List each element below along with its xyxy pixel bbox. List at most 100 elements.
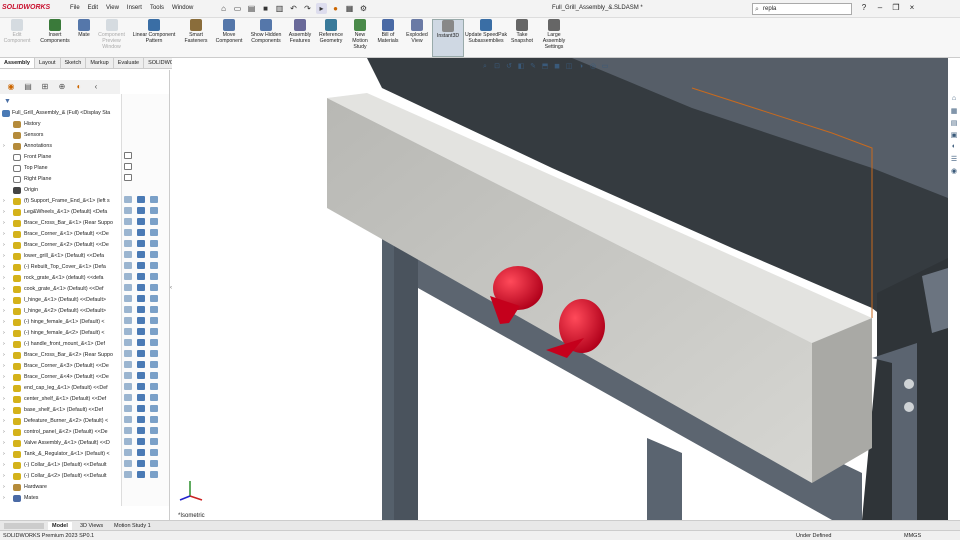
tree-item[interactable]: › Defeature_Burner_&<2> (Default) < — [0, 416, 120, 427]
zoom-to-fit-icon[interactable]: ⌕ — [480, 62, 490, 71]
expand-icon[interactable]: › — [3, 493, 8, 504]
tree-item[interactable]: History — [0, 119, 120, 130]
new-doc-icon[interactable]: ▭ — [232, 3, 243, 14]
tab-layout[interactable]: Layout — [35, 58, 61, 68]
tree-status-icon[interactable] — [124, 460, 132, 467]
tree-item[interactable]: › Mates — [0, 493, 120, 504]
cm-move-component-button[interactable]: Move Component — [211, 19, 247, 57]
cm-take-snapshot-button[interactable]: Take Snapshot — [508, 19, 536, 57]
minimize-icon[interactable]: – — [874, 3, 886, 12]
tree-item[interactable]: Full_Grill_Assembly_& (Full) <Display St… — [0, 108, 120, 119]
tree-status-icon[interactable] — [124, 163, 132, 170]
expand-icon[interactable]: › — [3, 229, 8, 240]
tree-status-icon[interactable] — [150, 196, 158, 203]
view-settings-icon[interactable]: ▭ — [600, 62, 610, 71]
tree-item[interactable]: › Brace_Corner_&<2> (Default) <<De — [0, 240, 120, 251]
expand-icon[interactable]: › — [3, 339, 8, 350]
tree-status-icon[interactable] — [137, 284, 145, 291]
expand-icon[interactable]: › — [3, 416, 8, 427]
tree-item[interactable]: Origin — [0, 185, 120, 196]
tree-status-icon[interactable] — [150, 218, 158, 225]
tree-status-icon[interactable] — [124, 207, 132, 214]
tree-status-icon[interactable] — [150, 306, 158, 313]
file-properties-icon[interactable]: ▦ — [344, 3, 355, 14]
cm-assembly-features-button[interactable]: Assembly Features — [285, 19, 315, 57]
grill-model[interactable] — [172, 58, 948, 520]
expand-icon[interactable]: › — [3, 361, 8, 372]
expand-icon[interactable]: › — [3, 284, 8, 295]
cm-reference-geometry-button[interactable]: Reference Geometry — [316, 19, 346, 57]
menu-edit[interactable]: Edit — [88, 5, 98, 11]
tree-status-icon[interactable] — [124, 174, 132, 181]
cm-linear-component-pattern-button[interactable]: Linear Component Pattern — [128, 19, 180, 57]
panel-collapse-icon[interactable]: ‹ — [90, 82, 102, 92]
tree-item[interactable]: › l_hinge_&<2> (Default) <<Default> — [0, 306, 120, 317]
tree-status-icon[interactable] — [150, 284, 158, 291]
cm-show-hidden-components-button[interactable]: Show Hidden Components — [248, 19, 284, 57]
tree-item[interactable]: › Tank_&_Regulator_&<1> (Default) < — [0, 449, 120, 460]
expand-icon[interactable]: › — [3, 141, 8, 152]
tree-status-icon[interactable] — [150, 295, 158, 302]
tree-status-icon[interactable] — [150, 438, 158, 445]
cm-mate-button[interactable]: Mate — [74, 19, 94, 57]
home-icon[interactable]: ⌂ — [218, 3, 229, 14]
dimxpert-tab-icon[interactable]: ⊕ — [56, 82, 68, 92]
tree-status-icon[interactable] — [150, 383, 158, 390]
tree-status-icon[interactable] — [124, 229, 132, 236]
hide-show-items-icon[interactable]: ◫ — [564, 62, 574, 71]
tree-item[interactable]: › Annotations — [0, 141, 120, 152]
tree-status-icon[interactable] — [137, 295, 145, 302]
expand-icon[interactable]: › — [3, 383, 8, 394]
tree-status-icon[interactable] — [137, 207, 145, 214]
edit-appearance-icon[interactable]: ◑ — [576, 62, 586, 71]
expand-icon[interactable]: › — [3, 295, 8, 306]
previous-view-icon[interactable]: ↺ — [504, 62, 514, 71]
expand-icon[interactable]: › — [3, 196, 8, 207]
tree-status-icon[interactable] — [150, 405, 158, 412]
tree-item[interactable]: › (-) Rebuilt_Top_Cover_&<1> (Defa — [0, 262, 120, 273]
configuration-manager-tab-icon[interactable]: ⊞ — [39, 82, 51, 92]
feature-manager-tab-icon[interactable]: ◉ — [5, 82, 17, 92]
menu-insert[interactable]: Insert — [127, 5, 142, 11]
tree-status-icon[interactable] — [137, 317, 145, 324]
expand-icon[interactable]: › — [3, 427, 8, 438]
cm-edit-component-button[interactable]: Edit Component — [0, 19, 34, 57]
expand-icon[interactable]: › — [3, 273, 8, 284]
bottom-tab-model[interactable]: Model — [48, 522, 72, 530]
tree-status-icon[interactable] — [150, 372, 158, 379]
tree-status-icon[interactable] — [150, 471, 158, 478]
tree-item[interactable]: › rock_grate_&<1> (default) <<defa — [0, 273, 120, 284]
tree-item[interactable]: › Brace_Corner_&<1> (Default) <<De — [0, 229, 120, 240]
tree-item[interactable]: › Brace_Corner_&<3> (Default) <<De — [0, 361, 120, 372]
solidworks-logo[interactable]: SOLIDWORKS — [2, 4, 50, 11]
zoom-area-icon[interactable]: ⊡ — [492, 62, 502, 71]
tree-status-icon[interactable] — [150, 207, 158, 214]
resources-icon[interactable]: ⌂ — [952, 95, 956, 105]
select-icon[interactable]: ▸ — [316, 3, 327, 14]
tree-status-icon[interactable] — [137, 350, 145, 357]
expand-icon[interactable]: › — [3, 240, 8, 251]
tree-item[interactable]: › Brace_Corner_&<4> (Default) <<De — [0, 372, 120, 383]
tree-item[interactable]: › control_panel_&<2> (Default) <<De — [0, 427, 120, 438]
custom-properties-icon[interactable]: ☰ — [951, 155, 957, 165]
tree-status-icon[interactable] — [150, 229, 158, 236]
tree-item[interactable]: › (-) handle_front_mount_&<1> (Def — [0, 339, 120, 350]
property-manager-tab-icon[interactable]: ▤ — [22, 82, 34, 92]
tree-item[interactable]: › Leg&Wheels_&<1> (Default) <Defa — [0, 207, 120, 218]
solidworks-forum-icon[interactable]: ◉ — [951, 167, 957, 177]
expand-icon[interactable]: › — [3, 449, 8, 460]
tree-status-icon[interactable] — [124, 251, 132, 258]
tree-status-icon[interactable] — [124, 361, 132, 368]
expand-icon[interactable]: › — [3, 317, 8, 328]
menu-window[interactable]: Window — [172, 5, 193, 11]
cm-update-speedpak-subassemblies-button[interactable]: Update SpeedPak Subassemblies — [464, 19, 508, 57]
tree-status-icon[interactable] — [137, 471, 145, 478]
options-icon[interactable]: ⚙ — [358, 3, 369, 14]
tree-item[interactable]: › Hardware — [0, 482, 120, 493]
tree-status-icon[interactable] — [124, 416, 132, 423]
tree-status-icon[interactable] — [150, 394, 158, 401]
tree-status-icon[interactable] — [137, 328, 145, 335]
tree-status-icon[interactable] — [124, 240, 132, 247]
expand-icon[interactable]: › — [3, 306, 8, 317]
tree-status-icon[interactable] — [137, 218, 145, 225]
